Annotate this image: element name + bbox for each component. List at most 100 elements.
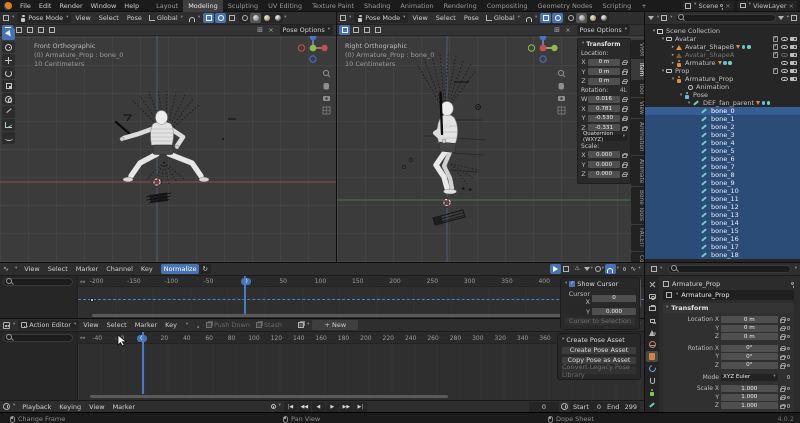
outliner-search-input[interactable] <box>675 14 776 22</box>
outliner-row[interactable]: bone_4 ✓ <box>645 139 800 147</box>
close-button[interactable]: × <box>563 25 574 35</box>
scale-field[interactable]: 1.000 <box>721 394 778 401</box>
pin-icon[interactable] <box>791 282 794 285</box>
outliner-row[interactable]: bone_12 ✓ <box>645 203 800 211</box>
grid-toggle-button[interactable]: ⊞ <box>552 25 563 35</box>
checkbox-icon[interactable]: ✓ <box>773 44 779 50</box>
normalize-toggle[interactable]: Normalize <box>161 264 200 274</box>
lock-icon[interactable] <box>780 336 785 340</box>
menu-item[interactable]: Marker <box>109 403 139 411</box>
outliner-row[interactable]: bone_6 ✓ <box>645 155 800 163</box>
workspace-tab[interactable]: Layout <box>151 0 183 12</box>
shading-solid-button[interactable] <box>576 13 587 23</box>
rotation-field[interactable]: 0° <box>721 362 778 369</box>
outliner-row[interactable]: bone_10 ✓ <box>645 187 800 195</box>
workspace-tab[interactable]: Sculpting <box>223 0 263 12</box>
outliner-row[interactable]: bone_5 ✓ <box>645 147 800 155</box>
toolbar-tool-button[interactable] <box>2 93 15 105</box>
navigation-gizmo[interactable] <box>528 34 557 63</box>
blender-logo-icon[interactable] <box>4 2 12 10</box>
push-down-button[interactable]: Push Down <box>203 320 253 330</box>
lock-icon[interactable] <box>622 62 627 66</box>
outliner-row[interactable]: Animation ✓ <box>645 83 800 91</box>
sidebar-tab[interactable]: Animate <box>631 156 644 186</box>
sidebar-tab[interactable]: VRM <box>631 40 644 59</box>
new-action-button[interactable]: +New <box>312 320 358 330</box>
transport-button[interactable]: ▶| <box>354 402 367 412</box>
outliner-row[interactable]: bone_13 ✓ <box>645 211 800 219</box>
sidebar-tab[interactable]: Tool <box>631 80 644 97</box>
tool-option-button[interactable] <box>35 25 46 35</box>
camera-icon[interactable] <box>790 53 797 58</box>
outliner-row[interactable]: bone_2 ✓ <box>645 123 800 131</box>
tool-option-button[interactable] <box>46 25 57 35</box>
orientation-dropdown[interactable]: Global▾ <box>146 13 186 23</box>
shading-solid-button[interactable] <box>250 13 261 23</box>
proportional-edit-button[interactable]: ▾ <box>594 264 605 274</box>
tool-option-button[interactable] <box>339 25 350 35</box>
toolbar-tool-button[interactable] <box>2 119 15 131</box>
location-field[interactable]: 0 m <box>721 333 778 340</box>
rotation-field[interactable]: 0.781 <box>588 105 620 112</box>
menu-item[interactable]: Channel <box>102 265 137 273</box>
keyframe-point[interactable] <box>90 298 94 302</box>
outliner-row[interactable]: ▾ DEF_fan_parent ✓ <box>645 99 800 107</box>
shading-material-button[interactable] <box>261 13 272 23</box>
menu-item[interactable]: Playback <box>18 403 55 411</box>
eye-icon[interactable] <box>781 37 788 42</box>
pan-icon[interactable]: ↔ <box>80 278 85 286</box>
scale-field[interactable]: 1.000 <box>721 385 778 392</box>
cursor-value-field[interactable]: 0 <box>592 295 636 302</box>
shading-wireframe-button[interactable] <box>565 13 576 23</box>
toolbar-tool-button[interactable] <box>2 80 15 92</box>
eye-icon[interactable] <box>781 45 788 50</box>
outliner-row[interactable]: bone_0 ✓ <box>645 107 800 115</box>
workspace-tab[interactable]: Texture Paint <box>307 0 359 12</box>
ghost-down-button[interactable]: ▾ <box>181 320 192 330</box>
snap-button[interactable] <box>605 264 616 274</box>
snap-button[interactable]: ▾ <box>186 13 203 23</box>
xray-button[interactable] <box>226 13 237 23</box>
browse-action-button[interactable]: ▾ <box>295 320 312 330</box>
cursor-value-field[interactable]: 0.000 <box>592 308 636 315</box>
outliner-row[interactable]: bone_15 ✓ <box>645 227 800 235</box>
collapse-icon[interactable]: ▾ <box>565 282 567 287</box>
tool-option-button[interactable] <box>361 25 372 35</box>
frame-start-field[interactable]: Start0 <box>570 402 604 412</box>
viewlayer-selector[interactable]: ▾ ViewLayer × <box>737 1 797 11</box>
snap-button[interactable]: ▾ <box>523 13 540 23</box>
camera-icon[interactable] <box>790 69 797 74</box>
frame-end-field[interactable]: End299 <box>604 402 640 412</box>
show-hidden-toggle[interactable] <box>561 264 572 274</box>
menu-item[interactable]: Window <box>87 2 121 10</box>
editor-type-button[interactable]: ▾ <box>0 13 17 23</box>
normalize-refresh-button[interactable]: ↻ <box>199 264 210 274</box>
ghost-up-button[interactable]: ▾ <box>192 320 203 330</box>
snap-target-button[interactable] <box>540 13 551 23</box>
viewport-nav-icons[interactable] <box>558 70 565 114</box>
transport-button[interactable]: |◀ <box>284 402 297 412</box>
only-errors-toggle[interactable]: ⚠ <box>572 264 583 274</box>
eye-icon[interactable] <box>781 77 788 82</box>
menu-item[interactable]: Marker <box>72 265 102 273</box>
properties-tab-icon[interactable] <box>646 351 658 362</box>
rotation-lock-badge[interactable]: 4L <box>620 87 627 94</box>
rotation-field[interactable]: -0.530 <box>588 115 620 122</box>
panel-title[interactable]: Transform <box>586 41 620 48</box>
menu-item[interactable]: Select <box>44 265 72 273</box>
animate-dot-icon[interactable] <box>787 396 790 399</box>
animate-dot-icon[interactable] <box>787 347 790 350</box>
animate-dot-icon[interactable] <box>787 355 790 358</box>
animate-dot-icon[interactable] <box>787 326 790 329</box>
camera-icon[interactable] <box>790 45 797 50</box>
outliner-row[interactable]: ▾ Scene Collection ✓ <box>645 27 800 35</box>
workspace-tab[interactable]: Rendering <box>439 0 482 12</box>
transform-panel-header[interactable]: ▾Transform <box>663 303 794 313</box>
pose-options-dropdown[interactable]: Pose Options▾ <box>577 25 630 35</box>
transport-button[interactable]: ◀◀ <box>298 402 311 412</box>
shading-rendered-button[interactable] <box>272 13 283 23</box>
menu-item[interactable]: Key <box>137 265 157 273</box>
scale-field[interactable]: 0.000 <box>588 161 620 168</box>
playhead[interactable] <box>244 276 246 315</box>
collapse-icon[interactable]: ▾ <box>582 42 584 47</box>
